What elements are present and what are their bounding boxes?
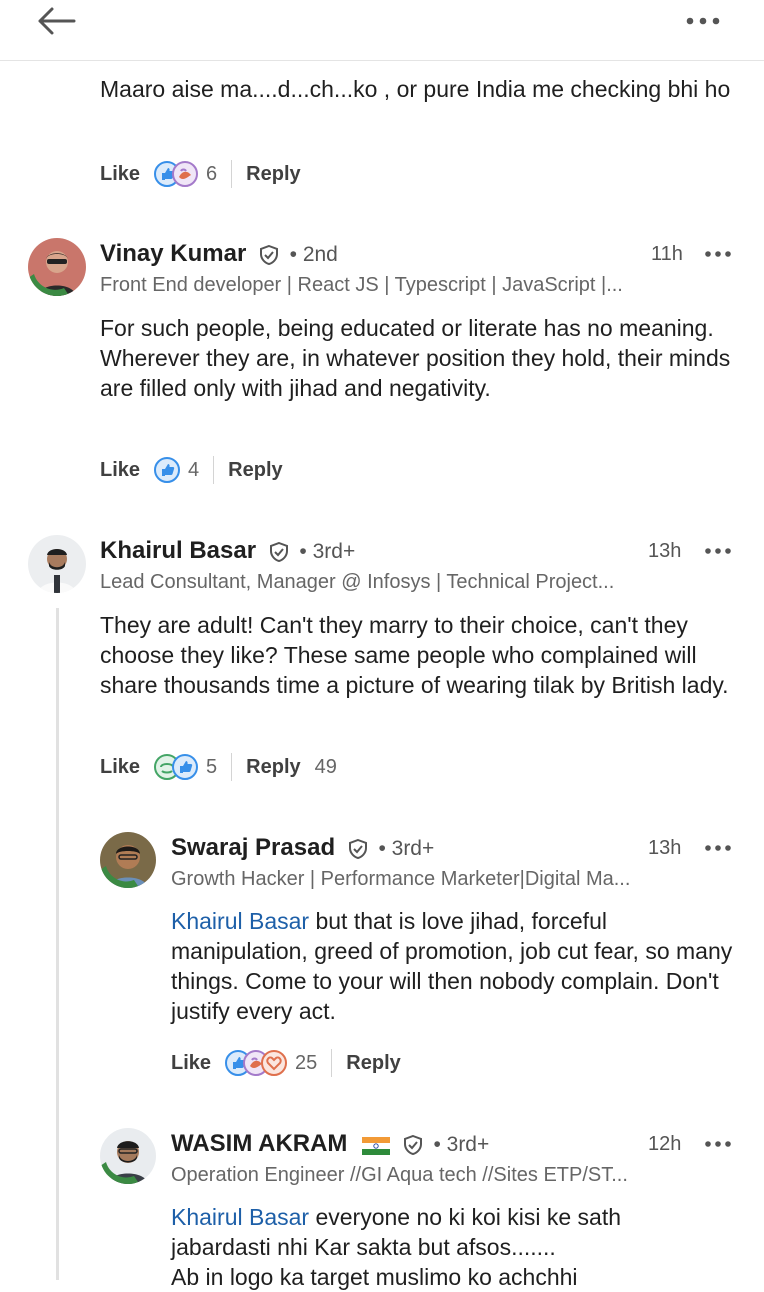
author-name[interactable]: Vinay Kumar • 2nd [100, 240, 338, 268]
mention-link[interactable]: Khairul Basar [171, 1204, 309, 1230]
author-headline: Operation Engineer //GI Aqua tech //Site… [171, 1164, 628, 1186]
verified-shield-icon [348, 838, 367, 859]
comment-actions: Like 6 Reply [100, 158, 301, 190]
author-name[interactable]: WASIM AKRAM • 3rd+ [171, 1130, 489, 1158]
timestamp: 11h [651, 243, 683, 265]
comment-text: They are adult! Can't they marry to thei… [100, 612, 729, 698]
comment-text: Khairul Basar everyone no ki koi kisi ke… [171, 1204, 622, 1290]
india-flag-icon [362, 1134, 391, 1155]
verified-shield-icon [403, 1134, 422, 1155]
reaction-summary[interactable]: 25 [225, 1050, 317, 1076]
reaction-summary[interactable]: 5 [154, 754, 217, 780]
reaction-count: 25 [295, 1051, 318, 1074]
reply-button[interactable]: Reply [246, 163, 300, 186]
comment-actions: Like 5 Reply 49 [100, 751, 337, 783]
timestamp: 13h [648, 540, 682, 562]
connection-degree: • 2nd [289, 243, 338, 266]
author-headline: Front End developer | React JS | Typescr… [100, 274, 623, 296]
like-button[interactable]: Like [171, 1052, 211, 1075]
author-headline: Growth Hacker | Performance Marketer|Dig… [171, 868, 631, 890]
avatar[interactable] [28, 535, 86, 593]
reaction-summary[interactable]: 4 [154, 457, 199, 483]
connection-degree: • 3rd+ [433, 1133, 490, 1156]
divider [331, 1049, 333, 1077]
reply-button[interactable]: Reply [228, 459, 282, 482]
author-name[interactable]: Swaraj Prasad • 3rd+ [171, 834, 434, 862]
divider [231, 160, 233, 188]
author-name[interactable]: Khairul Basar • 3rd+ [100, 537, 355, 565]
avatar-image [100, 832, 156, 888]
top-bar [0, 0, 764, 61]
like-button[interactable]: Like [100, 163, 140, 186]
comment-actions: Like 4 Reply [100, 454, 283, 486]
arrow-left-icon[interactable] [36, 6, 76, 36]
comment-actions: Like 25 Reply [171, 1047, 401, 1079]
more-horizontal-icon[interactable] [684, 6, 724, 36]
timestamp: 12h [648, 1133, 682, 1155]
support-reaction-icon [172, 161, 199, 187]
reply-button[interactable]: Reply [246, 756, 300, 779]
like-reaction-icon [154, 457, 181, 483]
author-headline: Lead Consultant, Manager @ Infosys | Tec… [100, 571, 615, 593]
connection-degree: • 3rd+ [299, 540, 356, 563]
like-button[interactable]: Like [100, 756, 140, 779]
reply-button[interactable]: Reply [346, 1052, 400, 1075]
reaction-summary[interactable]: 6 [154, 161, 217, 187]
reaction-count: 6 [206, 162, 218, 185]
avatar-image [28, 238, 86, 296]
timestamp: 13h [648, 837, 682, 859]
reaction-count: 5 [206, 755, 218, 778]
thread-line [56, 608, 59, 1280]
mention-link[interactable]: Khairul Basar [171, 908, 309, 934]
more-options-icon[interactable] [703, 838, 733, 858]
like-reaction-icon [172, 754, 199, 780]
verified-shield-icon [259, 244, 278, 265]
avatar-image [100, 1128, 156, 1184]
divider [213, 456, 215, 484]
avatar[interactable] [28, 238, 86, 296]
divider [231, 753, 233, 781]
reply-count[interactable]: 49 [315, 756, 337, 779]
avatar[interactable] [100, 1128, 156, 1184]
more-options-icon[interactable] [703, 1134, 733, 1154]
avatar-image [28, 535, 86, 593]
reaction-count: 4 [188, 458, 200, 481]
comment-text: For such people, being educated or liter… [100, 315, 731, 401]
verified-shield-icon [269, 541, 288, 562]
more-options-icon[interactable] [703, 244, 733, 264]
avatar[interactable] [100, 832, 156, 888]
more-options-icon[interactable] [703, 541, 733, 561]
comment-text: Khairul Basar but that is love jihad, fo… [171, 908, 733, 1024]
connection-degree: • 3rd+ [378, 837, 435, 860]
like-button[interactable]: Like [100, 459, 140, 482]
comment-text-continued: Ab in logo ka target muslimo ko achchhi [171, 1264, 578, 1290]
comment-text: Maaro aise ma....d...ch...ko , or pure I… [100, 76, 731, 102]
love-reaction-icon [261, 1050, 288, 1076]
